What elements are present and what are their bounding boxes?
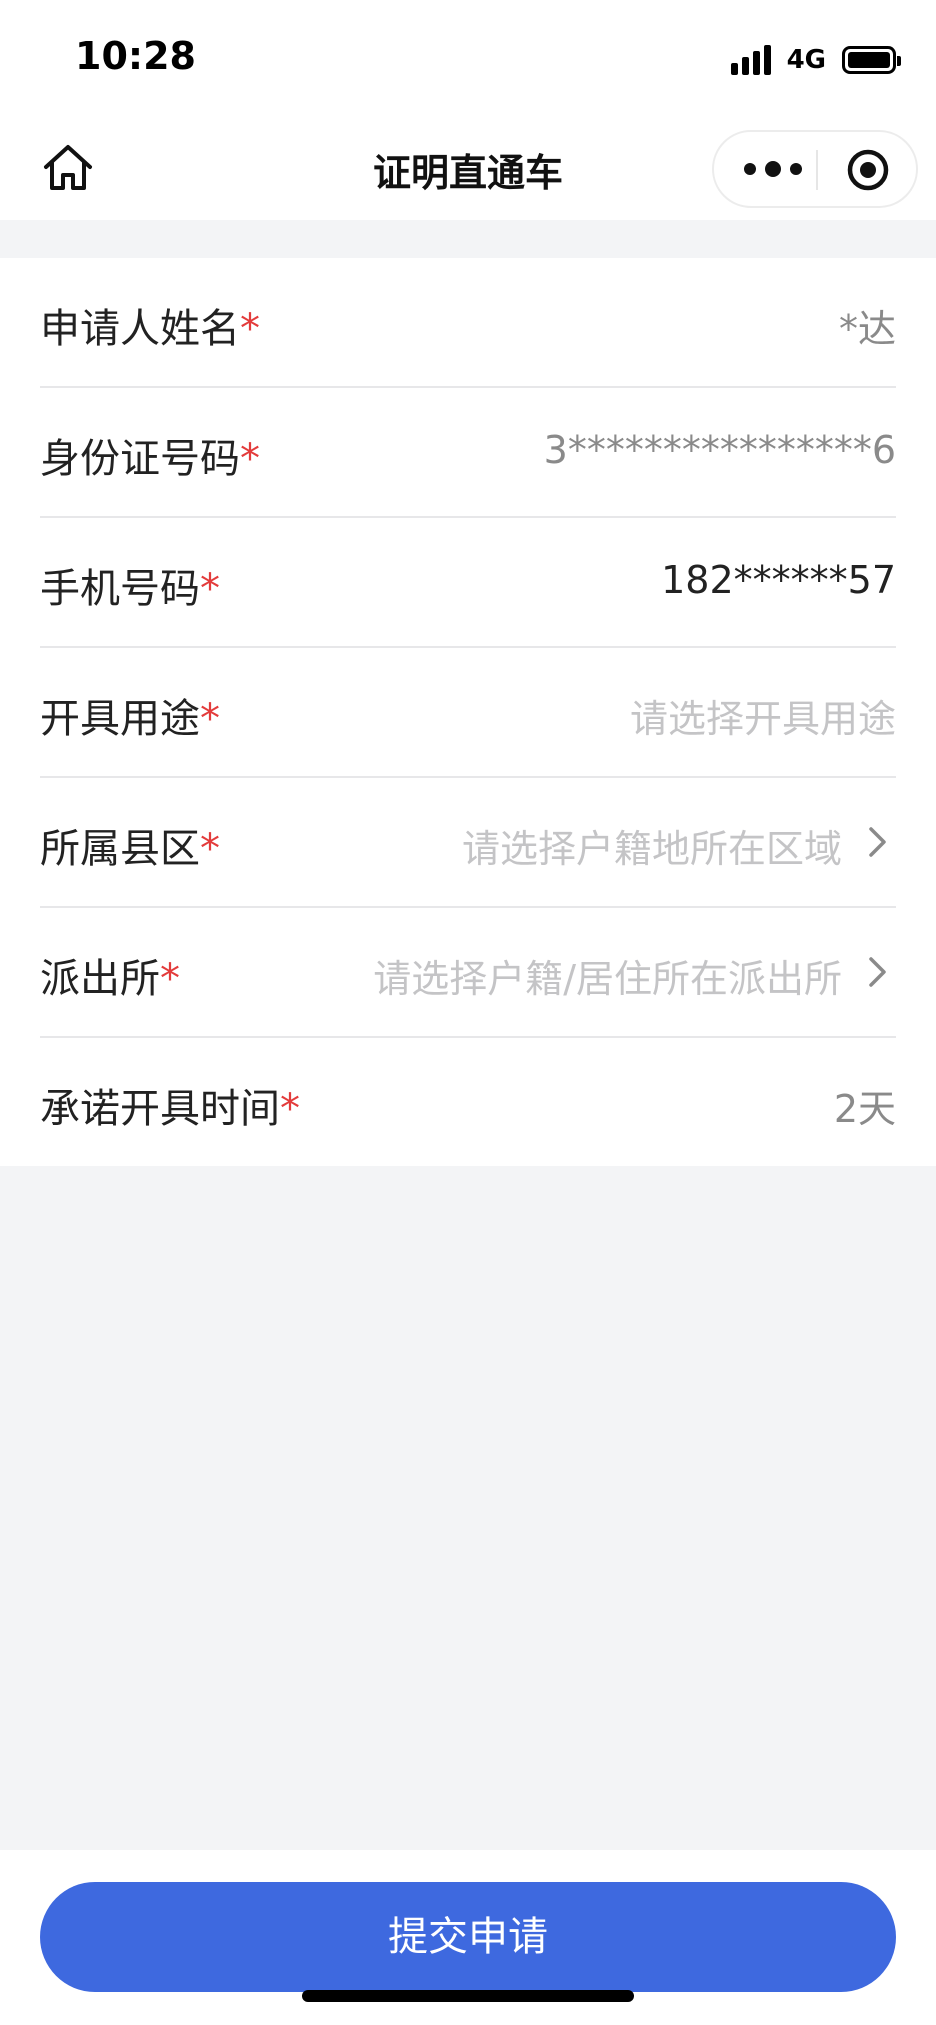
purpose-select[interactable]: 请选择开具用途 xyxy=(630,688,896,743)
form-row-purpose[interactable]: 开具用途* 请选择开具用途 xyxy=(40,648,896,778)
application-form: 申请人姓名* *达 身份证号码* 3****************6 手机号码… xyxy=(0,258,936,1166)
battery-icon xyxy=(842,46,901,74)
field-label: 派出所* xyxy=(40,956,180,1002)
capsule-menu xyxy=(712,130,918,208)
capsule-divider xyxy=(816,150,818,190)
form-row-id-number[interactable]: 身份证号码* 3****************6 xyxy=(40,388,896,518)
phone-value: 182******57 xyxy=(661,558,896,602)
field-label: 承诺开具时间* xyxy=(40,1086,300,1132)
district-select[interactable]: 请选择户籍地所在区域 xyxy=(462,818,842,873)
chevron-right-icon xyxy=(869,957,886,987)
applicant-name-value: *达 xyxy=(838,307,896,351)
status-indicators: 4G xyxy=(730,40,901,80)
form-row-applicant-name[interactable]: 申请人姓名* *达 xyxy=(40,258,896,388)
target-circle-icon[interactable] xyxy=(846,148,890,192)
submit-button[interactable]: 提交申请 xyxy=(40,1882,896,1992)
form-row-promised-time: 承诺开具时间* 2天 xyxy=(40,1038,896,1168)
network-type: 4G xyxy=(786,45,826,75)
form-row-district[interactable]: 所属县区* 请选择户籍地所在区域 xyxy=(40,778,896,908)
police-station-select[interactable]: 请选择户籍/居住所在派出所 xyxy=(373,948,842,1003)
nav-bar: 证明直通车 xyxy=(0,118,936,220)
signal-icon xyxy=(730,45,771,75)
field-label: 开具用途* xyxy=(40,696,220,742)
field-label: 所属县区* xyxy=(40,826,220,872)
form-row-police-station[interactable]: 派出所* 请选择户籍/居住所在派出所 xyxy=(40,908,896,1038)
more-dots-icon[interactable] xyxy=(744,132,802,206)
id-number-value: 3****************6 xyxy=(543,428,896,472)
field-label: 手机号码* xyxy=(40,566,220,612)
field-label: 申请人姓名* xyxy=(40,306,260,352)
home-indicator xyxy=(302,1990,634,2002)
field-label: 身份证号码* xyxy=(40,436,260,482)
status-bar: 10:28 4G xyxy=(0,0,936,118)
promised-time-value: 2天 xyxy=(833,1087,896,1131)
status-time: 10:28 xyxy=(75,34,196,78)
chevron-right-icon xyxy=(869,827,886,857)
form-row-phone[interactable]: 手机号码* 182******57 xyxy=(40,518,896,648)
